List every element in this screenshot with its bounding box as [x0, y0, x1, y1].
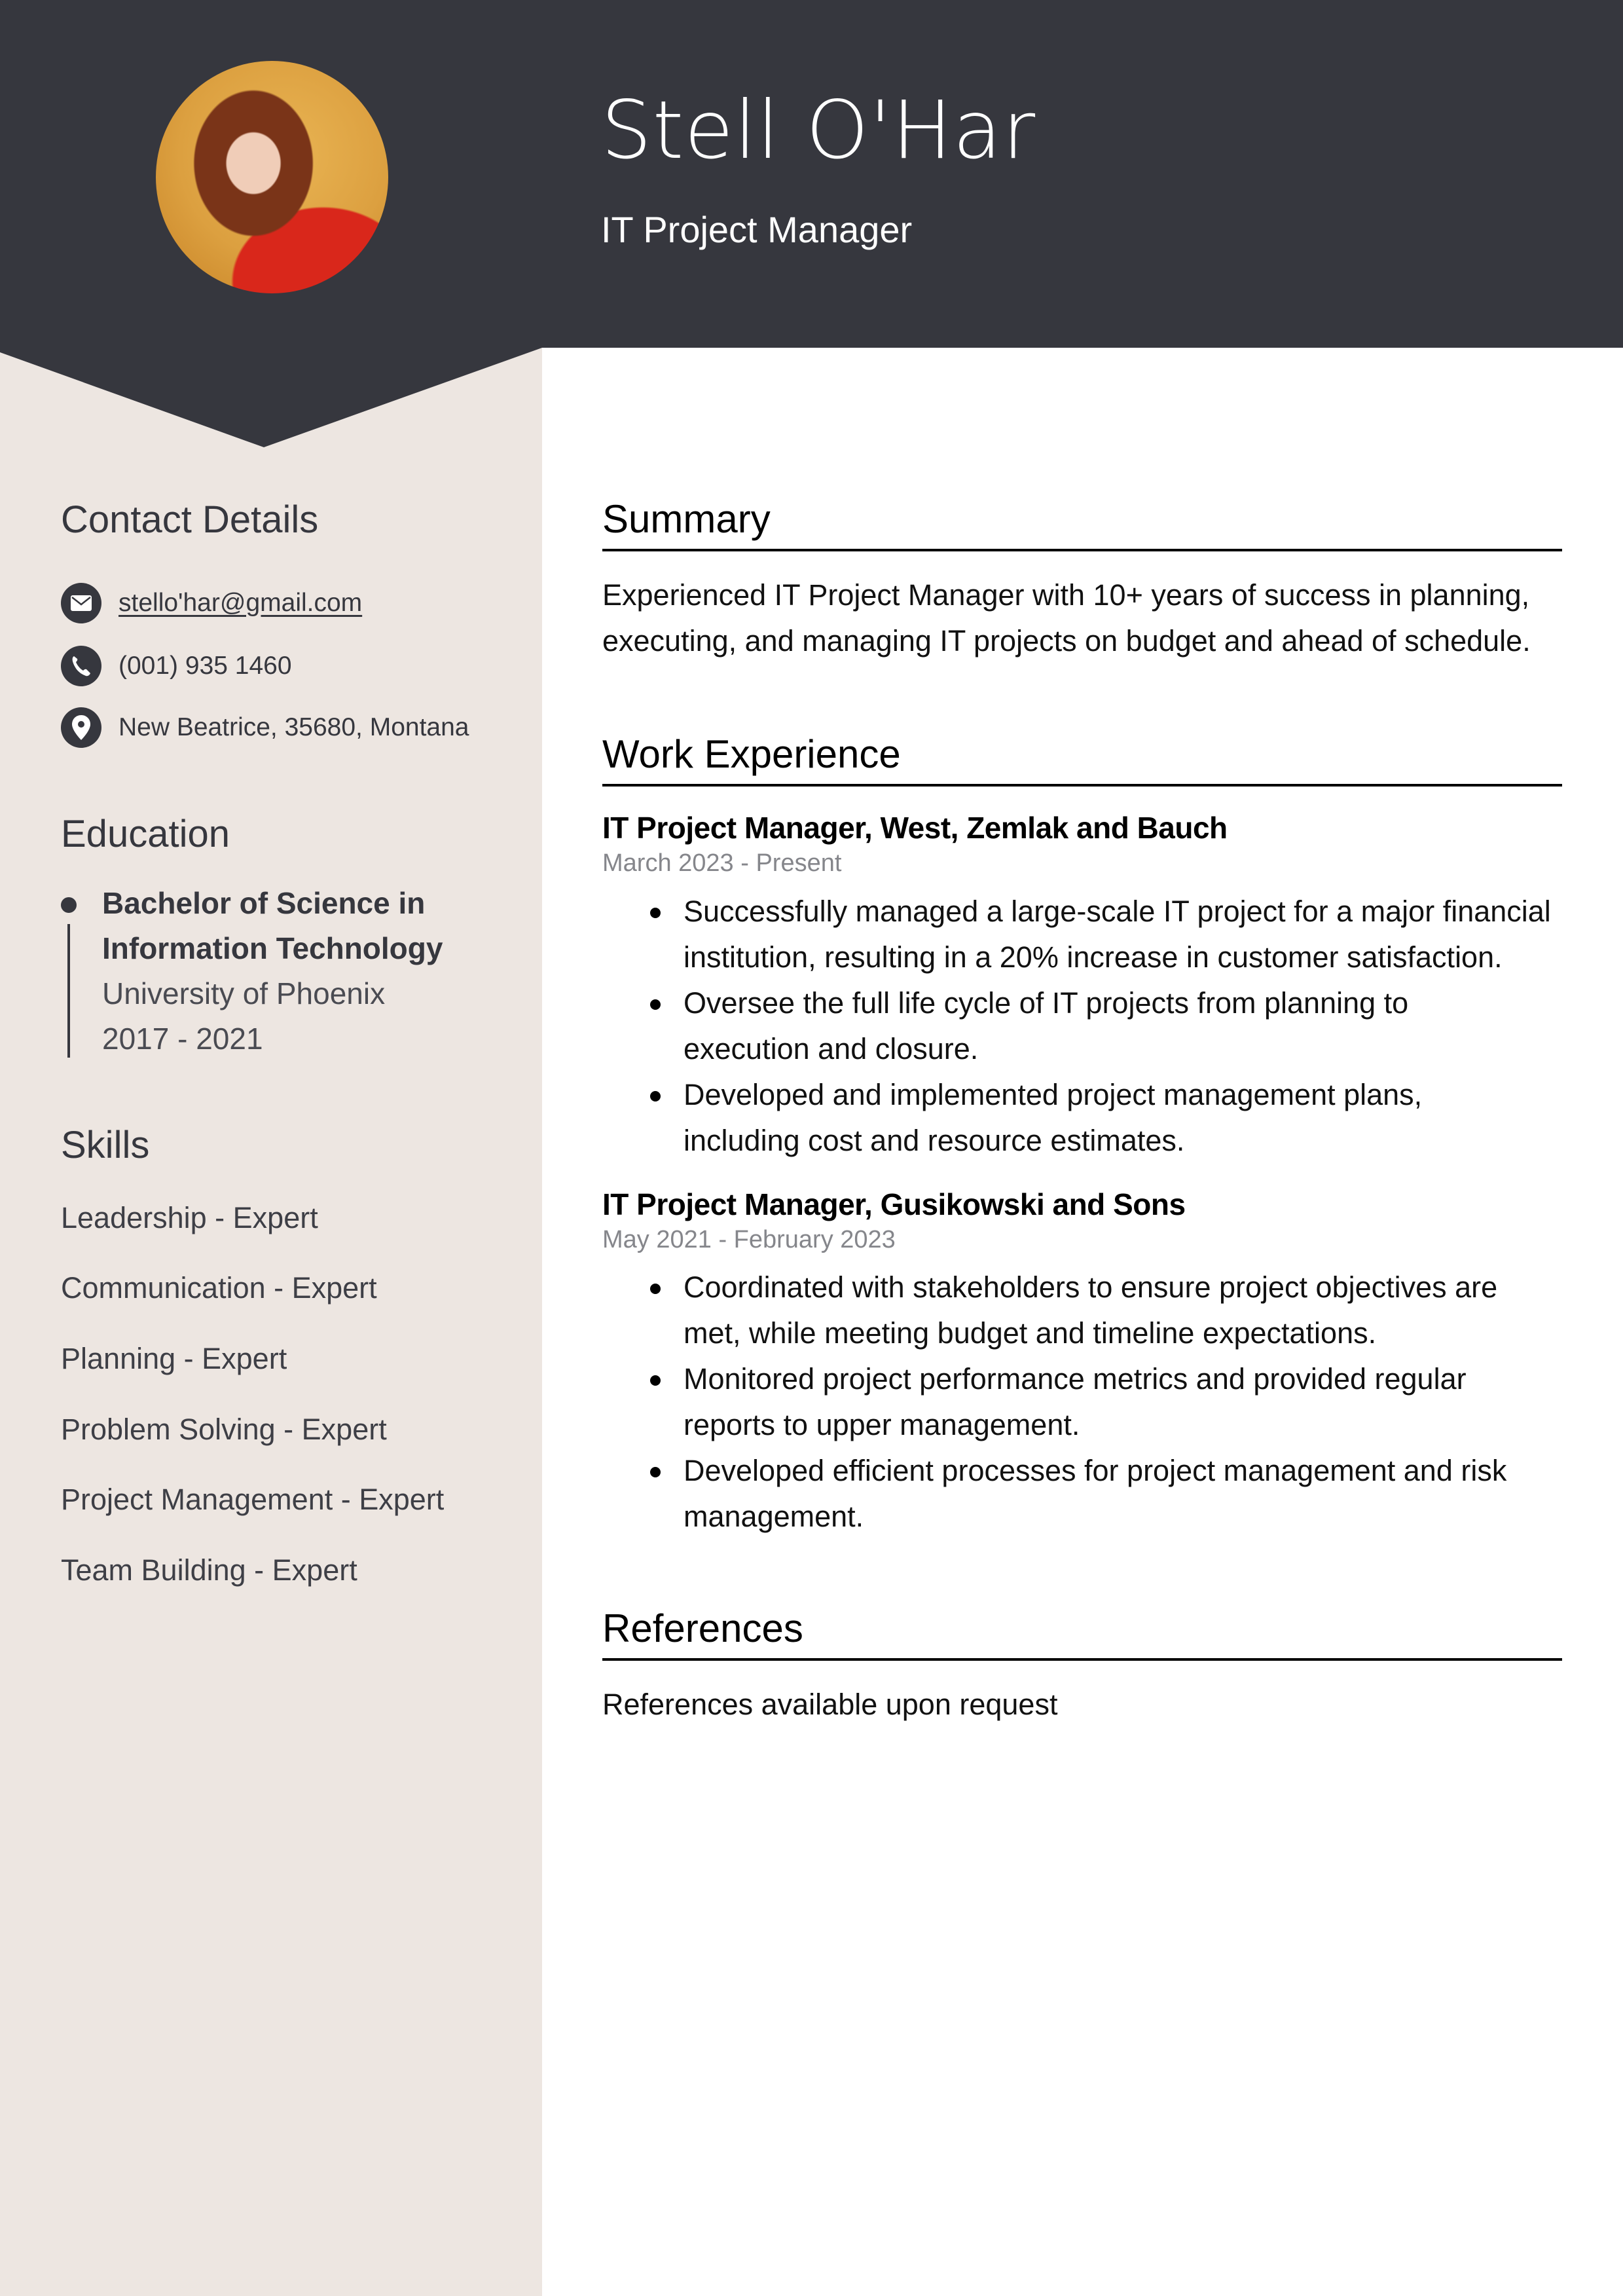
job-dates: March 2023 - Present [602, 849, 842, 877]
bullet-dot [650, 1467, 661, 1477]
candidate-name: Stell O'Har [601, 84, 1036, 177]
skill-item: Communication - Expert [61, 1271, 377, 1305]
references-heading: References [602, 1606, 803, 1650]
bullet-item: Coordinated with stakeholders to ensure … [602, 1265, 1562, 1356]
phone-icon [61, 646, 101, 686]
bullet-line: Monitored project performance metrics an… [684, 1362, 1467, 1396]
bullet-dot [650, 1284, 661, 1294]
bullet-line: management. [684, 1500, 864, 1533]
bullet-line: including cost and resource estimates. [684, 1124, 1185, 1157]
job-dates: May 2021 - February 2023 [602, 1226, 896, 1253]
timeline-line [67, 924, 70, 1058]
contact-email[interactable]: stello'har@gmail.com [61, 583, 362, 623]
bullet-line: Coordinated with stakeholders to ensure … [684, 1270, 1498, 1304]
education-school: University of Phoenix [102, 976, 386, 1010]
bullet-item: Developed efficient processes for projec… [602, 1448, 1562, 1540]
map-pin-icon [61, 707, 101, 748]
summary-line: executing, and managing IT projects on b… [602, 624, 1531, 657]
skills-heading: Skills [61, 1124, 150, 1166]
bullet-item: Developed and implemented project manage… [602, 1072, 1562, 1164]
skills-section: Skills [61, 1123, 519, 1167]
contact-heading: Contact Details [61, 498, 319, 541]
education-heading: Education [61, 813, 230, 855]
contact-phone: (001) 935 1460 [61, 646, 292, 686]
bullet-line: Oversee the full life cycle of IT projec… [684, 986, 1409, 1020]
summary-heading: Summary [602, 497, 771, 541]
bullet-dot [650, 1091, 661, 1102]
email-link[interactable]: stello'har@gmail.com [119, 589, 362, 618]
section-divider [602, 1658, 1562, 1661]
header-chevron [0, 341, 542, 447]
job-title: IT Project Manager, West, Zemlak and Bau… [602, 811, 1228, 845]
profile-photo [156, 61, 388, 293]
summary-line: Experienced IT Project Manager with 10+ … [602, 578, 1530, 612]
skill-item: Planning - Expert [61, 1342, 287, 1375]
bullet-line: institution, resulting in a 20% increase… [684, 940, 1503, 974]
bullet-line: reports to upper management. [684, 1408, 1080, 1441]
bullet-line: Developed efficient processes for projec… [684, 1454, 1507, 1487]
phone-number: (001) 935 1460 [119, 652, 292, 680]
education-degree-line2: Information Technology [102, 931, 443, 965]
bullet-dot [650, 908, 661, 918]
summary-text: Experienced IT Project Manager with 10+ … [602, 572, 1571, 664]
education-degree-line1: Bachelor of Science in [102, 886, 426, 920]
bullet-line: execution and closure. [684, 1032, 979, 1065]
bullet-item: Monitored project performance metrics an… [602, 1356, 1562, 1448]
bullet-item: Oversee the full life cycle of IT projec… [602, 980, 1562, 1072]
job-title: IT Project Manager, Gusikowski and Sons [602, 1187, 1186, 1221]
references-text: References available upon request [602, 1688, 1058, 1721]
section-divider [602, 784, 1562, 787]
candidate-job-title: IT Project Manager [601, 209, 913, 250]
bullet-line: Successfully managed a large-scale IT pr… [684, 895, 1551, 928]
envelope-icon [61, 583, 101, 623]
contact-section: Contact Details [61, 498, 519, 542]
experience-heading: Work Experience [602, 732, 901, 776]
address: New Beatrice, 35680, Montana [119, 713, 469, 741]
education-section: Education [61, 812, 519, 856]
skill-item: Problem Solving - Expert [61, 1413, 387, 1446]
skill-item: Project Management - Expert [61, 1483, 445, 1516]
bullet-line: Developed and implemented project manage… [684, 1078, 1423, 1111]
timeline-dot [61, 897, 77, 913]
section-divider [602, 549, 1562, 551]
bullet-line: met, while meeting budget and timeline e… [684, 1316, 1377, 1350]
chevron-shape [0, 341, 542, 447]
job-bullets: Successfully managed a large-scale IT pr… [602, 889, 1562, 1164]
bullet-dot [650, 1375, 661, 1386]
contact-address: New Beatrice, 35680, Montana [61, 707, 469, 748]
job-bullets: Coordinated with stakeholders to ensure … [602, 1265, 1562, 1540]
skill-item: Leadership - Expert [61, 1201, 318, 1234]
education-years: 2017 - 2021 [102, 1022, 263, 1056]
skill-item: Team Building - Expert [61, 1553, 357, 1587]
bullet-dot [650, 999, 661, 1010]
bullet-item: Successfully managed a large-scale IT pr… [602, 889, 1562, 980]
